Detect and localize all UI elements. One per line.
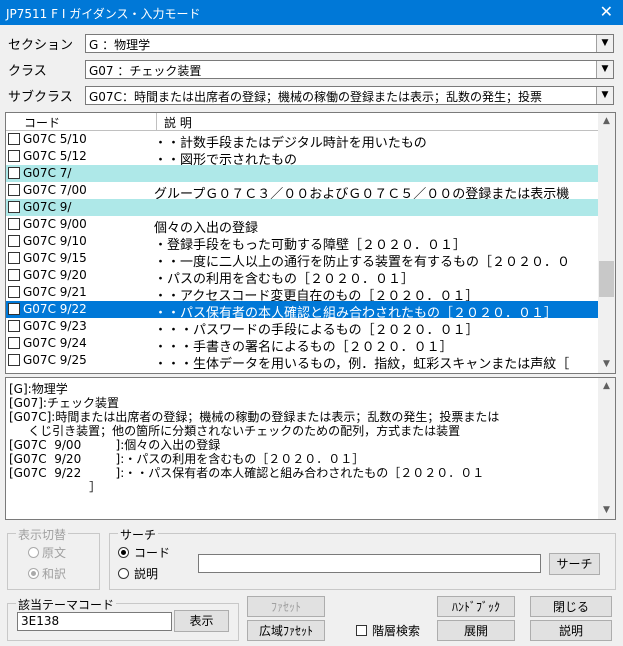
radio-japanese[interactable] [28,568,39,579]
chevron-down-icon[interactable]: ▼ [596,87,613,104]
list-header: コード 説 明 [6,113,598,131]
window-title: JP7511 F I ガイダンス・入力モード [6,7,201,21]
radio-original-label: 原文 [42,546,67,560]
row-code: G07C 9/15 [23,251,87,265]
row-code: G07C 9/20 [23,268,87,282]
class-label: クラス [8,64,47,79]
hierarchy-search-checkbox[interactable] [356,625,367,636]
row-code: G07C 9/00 [23,217,87,231]
subclass-label: サブクラス [8,90,73,105]
row-checkbox[interactable] [8,303,20,315]
list-item[interactable]: G07C 9/25 ・・・生体データを用いるもの，例．指紋，虹彩スキャンまたは声紋… [6,352,598,372]
row-checkbox[interactable] [8,167,20,179]
row-checkbox[interactable] [8,218,20,230]
search-input[interactable] [198,554,541,573]
row-code: G07C 9/24 [23,336,87,350]
list-item[interactable]: G07C 9/15 ・・一度に二人以上の通行を防止する装置を有するもの［２０２０．… [6,250,598,270]
display-toggle-group: 表示切替 原文 和訳 [7,526,100,590]
theme-code-group: 該当テーマコード 3E138 表示 [7,596,239,641]
header-code[interactable]: コード [24,114,60,131]
row-checkbox[interactable] [8,337,20,349]
row-checkbox[interactable] [8,150,20,162]
detail-panel: [G]:物理学 [G07]:チェック装置 [G07C]:時間または出席者の登録；機械… [5,377,616,520]
radio-original[interactable] [28,547,39,558]
search-caption: サーチ [118,526,159,543]
scroll-down-icon[interactable]: ▼ [598,356,615,373]
class-select[interactable]: G07 ：チェック装置 ▼ [85,60,614,79]
row-checkbox[interactable] [8,269,20,281]
list-item[interactable]: G07C 9/ [6,199,598,216]
list-item[interactable]: G07C 9/00 個々の入出の登録 [6,216,598,236]
scrollbar-thumb[interactable] [599,261,614,297]
expand-button[interactable]: 展開 [437,620,515,641]
list-item[interactable]: G07C 7/00 グループＧ０７Ｃ３／００およびＧ０７Ｃ５／００の登録または表示… [6,182,598,202]
scroll-down-icon[interactable]: ▼ [598,502,615,519]
row-code: G07C 9/22 [23,302,87,316]
row-checkbox[interactable] [8,320,20,332]
list-item[interactable]: G07C 5/12 ・・図形で示されたもの [6,148,598,168]
row-checkbox[interactable] [8,252,20,264]
subclass-value: G07C：時間または出席者の登録；機械の稼働の登録または表示；乱数の発生；投票 [89,90,542,104]
header-description[interactable]: 説 明 [164,114,192,131]
list-item[interactable]: G07C 9/22 ・・パス保有者の本人確認と組み合わされたもの［２０２０．０１］ [6,301,598,321]
theme-code-caption: 該当テーマコード [16,596,117,613]
chevron-down-icon[interactable]: ▼ [596,61,613,78]
title-bar: JP7511 F I ガイダンス・入力モード ✕ [0,0,623,25]
hierarchy-search-label: 階層検索 [372,624,421,638]
row-code: G07C 9/23 [23,319,87,333]
list-item[interactable]: G07C 7/ [6,165,598,182]
chevron-down-icon[interactable]: ▼ [596,35,613,52]
classification-list[interactable]: コード 説 明 G07C 5/10 ・・計数手段またはデジタル時計を用いたもの G0… [5,112,616,374]
facet-button[interactable]: ﾌｧｾｯﾄ [247,596,325,617]
explain-button[interactable]: 説明 [530,620,612,641]
row-description: ・・・生体データを用いるもの，例．指紋，虹彩スキャンまたは声紋［ [154,357,570,372]
row-checkbox[interactable] [8,286,20,298]
handbook-button[interactable]: ﾊﾝﾄﾞﾌﾞｯｸ [437,596,515,617]
radio-search-code-label: コード [134,546,171,560]
radio-search-description[interactable] [118,568,129,579]
list-item[interactable]: G07C 9/10 ・登録手段をもった可動する障壁［２０２０．０１］ [6,233,598,253]
close-button[interactable]: 閉じる [530,596,612,617]
scroll-up-icon[interactable]: ▲ [598,113,615,130]
detail-line: ］ [9,480,102,494]
radio-japanese-label: 和訳 [42,567,67,581]
row-checkbox[interactable] [8,133,20,145]
wide-facet-button[interactable]: 広域ﾌｧｾｯﾄ [247,620,325,641]
row-code: G07C 9/10 [23,234,87,248]
row-checkbox[interactable] [8,235,20,247]
search-group: サーチ コード 説明 サーチ [109,526,616,590]
list-item[interactable]: G07C 9/21 ・・アクセスコード変更自在のもの［２０２０．０１］ [6,284,598,304]
header-divider [156,113,157,130]
scroll-up-icon[interactable]: ▲ [598,378,615,395]
search-button[interactable]: サーチ [549,553,600,575]
detail-scrollbar[interactable]: ▲ ▼ [598,378,615,519]
close-icon[interactable]: ✕ [600,2,613,21]
list-scrollbar[interactable]: ▲ ▼ [598,113,615,373]
row-code: G07C 5/12 [23,149,87,163]
row-checkbox[interactable] [8,354,20,366]
section-value: G ：物理学 [89,38,151,52]
section-label: セクション [8,38,74,53]
row-checkbox[interactable] [8,201,20,213]
row-code: G07C 7/00 [23,183,87,197]
row-code: G07C 9/25 [23,353,87,367]
radio-search-description-label: 説明 [134,567,159,581]
list-item[interactable]: G07C 9/20 ・パスの利用を含むもの［２０２０．０１］ [6,267,598,287]
display-toggle-caption: 表示切替 [16,526,69,543]
row-code: G07C 9/21 [23,285,87,299]
row-checkbox[interactable] [8,184,20,196]
list-item[interactable]: G07C 9/23 ・・・パスワードの手段によるもの［２０２０．０１］ [6,318,598,338]
section-select[interactable]: G ：物理学 ▼ [85,34,614,53]
theme-code-field[interactable]: 3E138 [17,612,172,631]
list-item[interactable]: G07C 9/24 ・・・手書きの署名によるもの［２０２０．０１］ [6,335,598,355]
class-value: G07 ：チェック装置 [89,64,202,78]
list-item[interactable]: G07C 5/10 ・・計数手段またはデジタル時計を用いたもの [6,131,598,151]
row-code: G07C 7/ [23,166,72,180]
row-code: G07C 9/ [23,200,72,214]
subclass-select[interactable]: G07C：時間または出席者の登録；機械の稼働の登録または表示；乱数の発生；投票 … [85,86,614,105]
show-button[interactable]: 表示 [174,610,229,632]
row-code: G07C 5/10 [23,132,87,146]
radio-search-code[interactable] [118,547,129,558]
